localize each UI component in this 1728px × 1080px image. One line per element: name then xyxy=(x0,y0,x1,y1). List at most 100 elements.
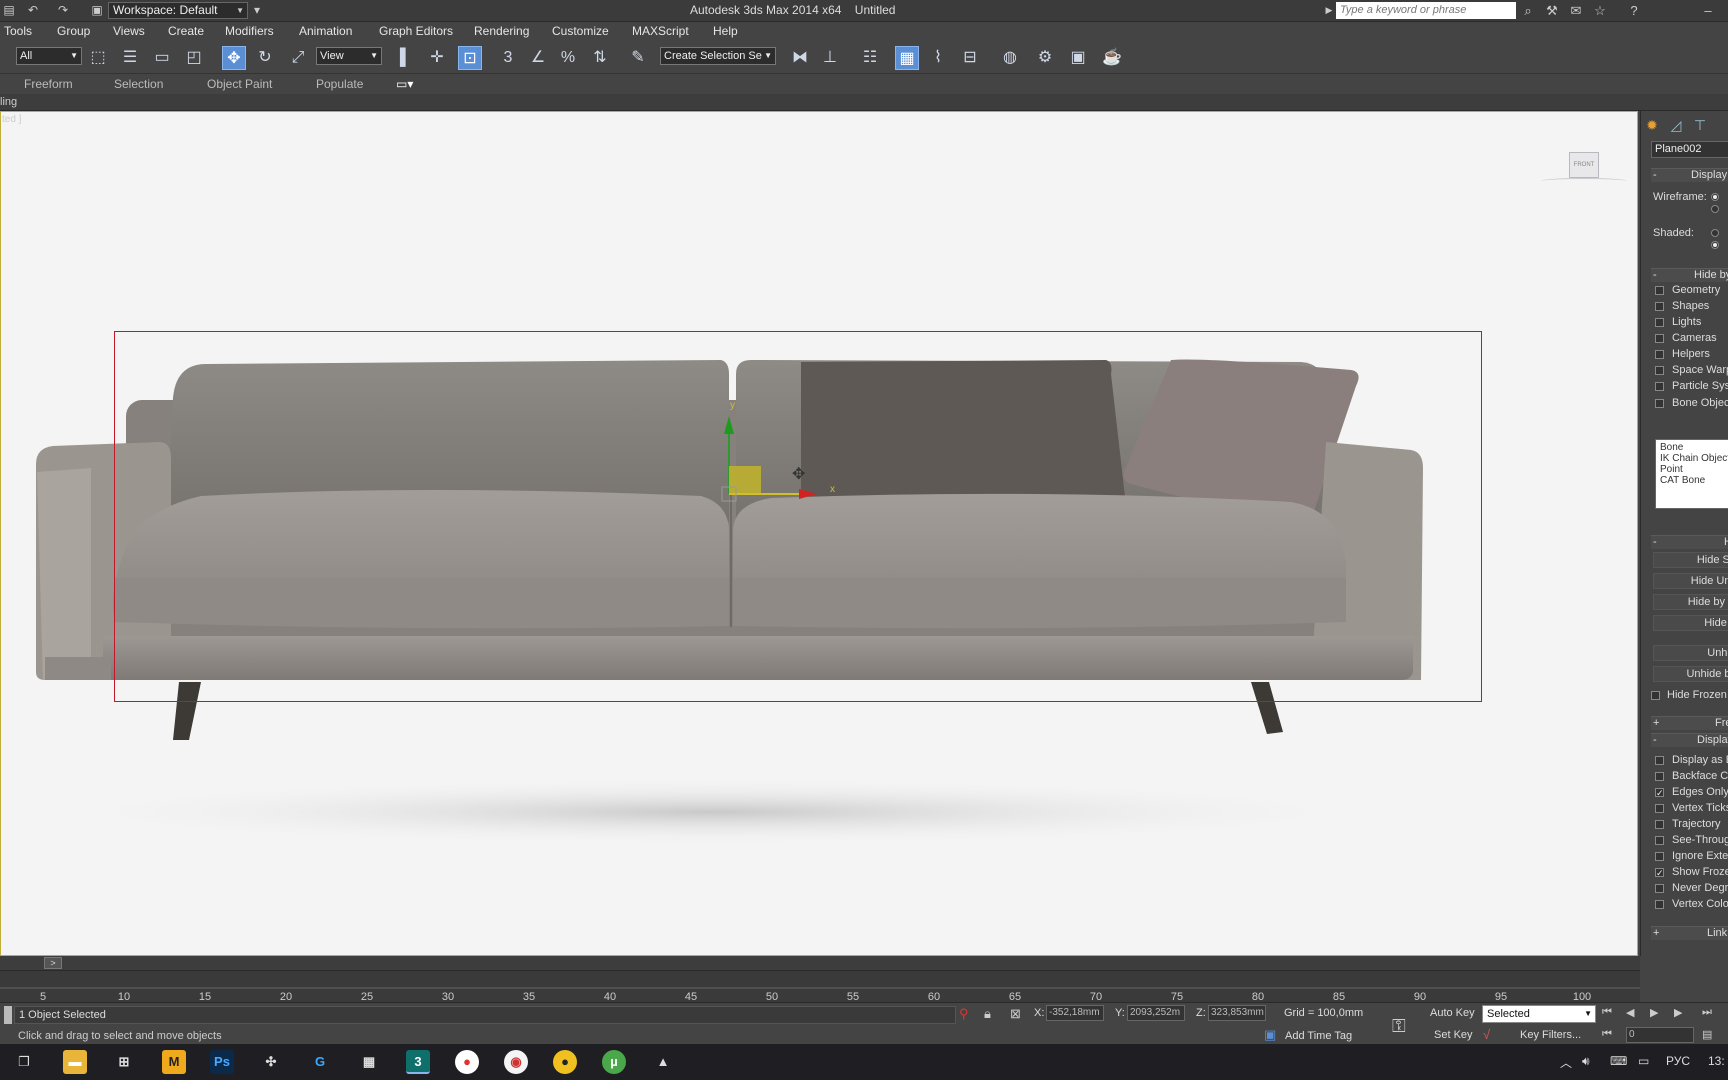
mirror-icon[interactable]: ⧓ xyxy=(788,46,812,70)
list-item[interactable]: IK Chain Object xyxy=(1660,453,1728,464)
3ds-max-icon[interactable]: 3 xyxy=(406,1050,430,1074)
display-prop-checkbox[interactable] xyxy=(1655,900,1664,909)
project-folder-icon[interactable]: ▣ xyxy=(90,3,104,17)
list-item[interactable]: Point xyxy=(1660,464,1728,475)
hide-frozen-checkbox[interactable] xyxy=(1651,691,1660,700)
tab-populate[interactable]: Populate xyxy=(316,77,363,91)
key-tangent-icon[interactable]: √ xyxy=(1483,1027,1490,1042)
ribbon-options-icon[interactable]: ▭▾ xyxy=(396,77,413,91)
current-frame-field[interactable]: 0 xyxy=(1626,1027,1694,1043)
display-prop-checkbox[interactable] xyxy=(1655,836,1664,845)
category-checkbox[interactable] xyxy=(1655,302,1664,311)
hierarchy-panel-icon[interactable]: ⊤ xyxy=(1689,115,1711,135)
save-icon[interactable]: ▤ xyxy=(2,3,16,17)
rendered-frame-window-icon[interactable]: ▣ xyxy=(1066,46,1090,70)
mail-app-icon[interactable]: M xyxy=(162,1050,186,1074)
viewcube-compass-ring[interactable] xyxy=(1541,178,1627,184)
hide-selected-button[interactable]: Hide Se xyxy=(1653,552,1728,568)
render-setup-icon[interactable]: ⚙ xyxy=(1033,46,1057,70)
shaded-radio[interactable] xyxy=(1711,229,1719,237)
move-gizmo[interactable] xyxy=(713,402,843,512)
favorites-star-icon[interactable]: ☆ xyxy=(1592,3,1608,19)
rollout-freeze[interactable]: + Fre xyxy=(1651,716,1728,730)
workspace-dropdown[interactable]: Workspace: Default ▼ xyxy=(108,2,248,19)
menu-views[interactable]: Views xyxy=(113,24,145,38)
x-coordinate-field[interactable]: -352,18mm xyxy=(1046,1005,1104,1021)
display-prop-checkbox[interactable] xyxy=(1655,884,1664,893)
create-panel-icon[interactable]: ✹ xyxy=(1641,115,1663,135)
object-name-field[interactable]: Plane002 xyxy=(1651,141,1728,158)
redo-icon[interactable]: ↷ xyxy=(56,3,70,17)
window-crossing-icon[interactable]: ◰ xyxy=(182,46,206,70)
volume-icon[interactable]: 🔊︎ xyxy=(1582,1054,1590,1069)
go-to-start-icon[interactable]: ⏮ xyxy=(1602,1006,1612,1019)
rollout-display-color[interactable]: - Display xyxy=(1651,168,1728,182)
select-and-move-icon[interactable]: ✥ xyxy=(222,46,246,70)
time-tag-icon[interactable]: ▣ xyxy=(1264,1027,1276,1043)
hide-by-hit-button[interactable]: Hide b xyxy=(1653,615,1728,631)
percent-snap-icon[interactable]: % xyxy=(556,46,580,70)
pivot-center-icon[interactable]: ▐ xyxy=(388,46,412,70)
viewcube[interactable]: FRONT xyxy=(1569,152,1599,178)
menu-rendering[interactable]: Rendering xyxy=(474,24,529,38)
reference-coordinate-dropdown[interactable]: View ▼ xyxy=(316,47,382,65)
schematic-view-icon[interactable]: ⊟ xyxy=(958,46,982,70)
language-indicator[interactable]: РУС xyxy=(1666,1054,1690,1068)
bone-object-list[interactable]: Bone IK Chain Object Point CAT Bone xyxy=(1655,439,1728,509)
file-explorer-icon[interactable]: ▬ xyxy=(63,1050,87,1074)
select-and-scale-icon[interactable]: ⤢ xyxy=(286,46,310,70)
display-prop-checkbox-checked[interactable]: ✓ xyxy=(1655,788,1664,798)
keyboard-icon[interactable]: ⌨ xyxy=(1610,1054,1627,1068)
photoshop-icon[interactable]: Ps xyxy=(210,1050,234,1074)
select-object-icon[interactable]: ⬚ xyxy=(86,46,110,70)
calculator-icon[interactable]: ▦ xyxy=(357,1050,381,1074)
category-checkbox[interactable] xyxy=(1655,366,1664,375)
rollout-hide[interactable]: - Hi xyxy=(1651,535,1728,549)
set-key-button[interactable]: Set Key xyxy=(1434,1029,1473,1041)
category-checkbox[interactable] xyxy=(1655,318,1664,327)
shaded-radio-alt[interactable] xyxy=(1711,241,1719,249)
render-production-icon[interactable]: ☕ xyxy=(1100,46,1124,70)
add-time-tag[interactable]: Add Time Tag xyxy=(1285,1030,1352,1042)
time-slider-thumb[interactable]: > xyxy=(44,957,62,969)
align-icon[interactable]: ⊥ xyxy=(818,46,842,70)
material-editor-icon[interactable]: ◍ xyxy=(998,46,1022,70)
display-prop-checkbox[interactable] xyxy=(1655,756,1664,765)
previous-frame-icon[interactable]: ◀ xyxy=(1626,1006,1634,1019)
select-and-manipulate-icon[interactable]: ✛ xyxy=(425,46,449,70)
named-selection-dropdown[interactable]: Create Selection Se ▼ xyxy=(660,47,776,65)
logitech-icon[interactable]: G xyxy=(308,1050,332,1074)
task-view-icon[interactable]: ❐ xyxy=(12,1050,36,1074)
display-prop-checkbox[interactable] xyxy=(1655,852,1664,861)
set-keys-key-icon[interactable]: ⚿ xyxy=(1392,1016,1406,1037)
y-coordinate-field[interactable]: 2093,252m xyxy=(1127,1005,1185,1021)
curve-editor-icon[interactable]: ⌇ xyxy=(926,46,950,70)
puzzle-app-icon[interactable]: ✣ xyxy=(259,1050,283,1074)
display-prop-checkbox[interactable] xyxy=(1655,804,1664,813)
menu-modifiers[interactable]: Modifiers xyxy=(225,24,274,38)
menu-help[interactable]: Help xyxy=(713,24,738,38)
category-checkbox[interactable] xyxy=(1655,334,1664,343)
tab-object-paint[interactable]: Object Paint xyxy=(207,77,272,91)
customize-toolbar-icon[interactable]: ▾ xyxy=(250,3,264,17)
next-frame-icon[interactable]: ▶ xyxy=(1674,1006,1682,1019)
torrent-icon[interactable]: µ xyxy=(602,1050,626,1074)
go-to-end-icon[interactable]: ⏭ xyxy=(1702,1006,1712,1019)
undo-icon[interactable]: ↶ xyxy=(26,3,40,17)
tray-overflow-icon[interactable]: ︿ xyxy=(1560,1054,1572,1071)
menu-create[interactable]: Create xyxy=(168,24,204,38)
menu-customize[interactable]: Customize xyxy=(552,24,609,38)
list-item[interactable]: CAT Bone xyxy=(1660,475,1728,486)
rollout-hide-by-category[interactable]: - Hide by C xyxy=(1651,268,1728,282)
track-bar[interactable]: 5 10 15 20 25 30 35 40 45 50 55 60 65 70… xyxy=(0,970,1640,1003)
time-slider[interactable]: > xyxy=(0,956,1640,970)
tab-selection[interactable]: Selection xyxy=(114,77,163,91)
category-checkbox[interactable] xyxy=(1655,286,1664,295)
isolate-selection-icon[interactable]: ⚲ xyxy=(959,1006,969,1022)
select-by-name-icon[interactable]: ☰ xyxy=(118,46,142,70)
angle-snap-icon[interactable]: ∠ xyxy=(526,46,550,70)
wireframe-radio[interactable] xyxy=(1711,193,1719,201)
chrome-icon[interactable]: ● xyxy=(455,1050,479,1074)
display-prop-checkbox[interactable] xyxy=(1655,772,1664,781)
rectangular-selection-icon[interactable]: ▭ xyxy=(150,46,174,70)
